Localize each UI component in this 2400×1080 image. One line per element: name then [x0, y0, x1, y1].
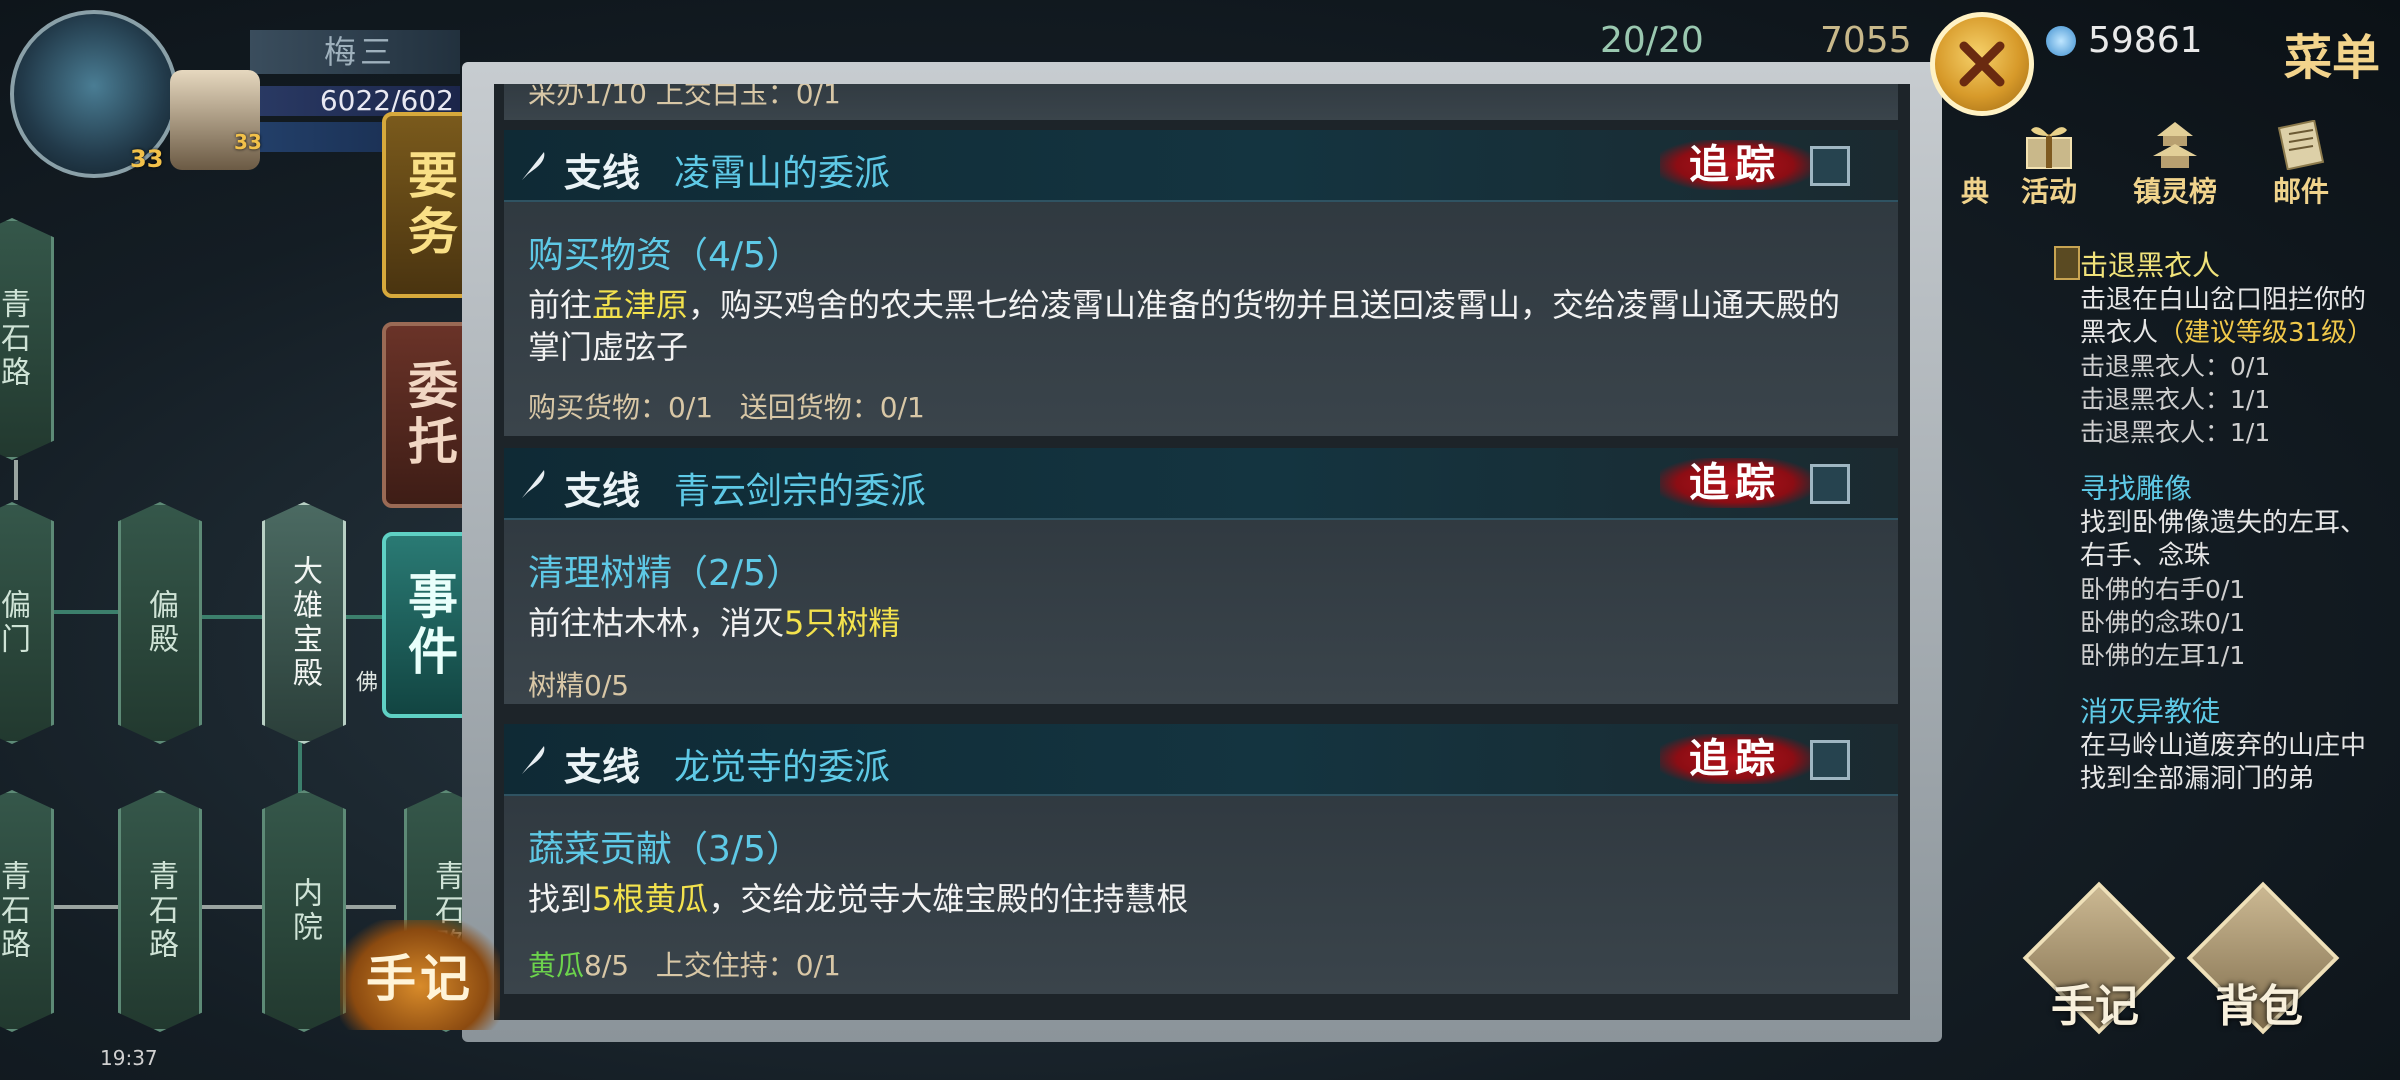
- track-checkbox[interactable]: [1810, 740, 1850, 780]
- tracker-collapse-button[interactable]: [2054, 246, 2080, 280]
- quest-header: 支线 龙觉寺的委派 追踪: [504, 724, 1898, 796]
- quest-step-name: 清理树精（2/5）: [528, 553, 802, 594]
- tracker-item-title: 击退黑衣人: [2080, 249, 2221, 282]
- scroll-icon: [2277, 120, 2325, 170]
- quest-title: 凌霄山的委派: [674, 153, 891, 194]
- quest-type: 支线: [564, 744, 641, 789]
- quest-header: 支线 青云剑宗的委派 追踪: [504, 448, 1898, 520]
- bag-button[interactable]: 背包: [2186, 881, 2340, 1035]
- quest-progress: 购买货物：0/1 送回货物：0/1: [528, 391, 925, 424]
- companion-level: 33: [234, 130, 262, 154]
- gem-icon: [2046, 26, 2076, 56]
- quill-icon: [522, 746, 545, 774]
- tracker-item[interactable]: 寻找雕像 找到卧佛像遗失的左耳、右手、念珠 卧佛的右手0/1 卧佛的念珠0/1 …: [2080, 467, 2380, 672]
- quest-progress: 树精0/5: [528, 669, 630, 702]
- quest-tracker[interactable]: 击退黑衣人 击退在白山岔口阻拦你的黑衣人（建议等级31级） 击退黑衣人：0/1 …: [2080, 238, 2380, 868]
- notes-button[interactable]: 手记: [340, 920, 500, 1030]
- player-name: 梅三: [324, 33, 397, 71]
- quest-card: 支线 青云剑宗的委派 追踪 清理树精（2/5） 前往枯木林，消灭5只树精 树精0…: [504, 448, 1898, 704]
- map-node-piandian[interactable]: 偏殿: [118, 502, 202, 744]
- tracker-item[interactable]: 击退黑衣人 击退在白山岔口阻拦你的黑衣人（建议等级31级） 击退黑衣人：0/1 …: [2080, 244, 2380, 449]
- gem-value: 59861: [2088, 20, 2203, 61]
- tracker-item-title: 寻找雕像: [2080, 472, 2193, 505]
- quest-step-name: 购买物资（4/5）: [528, 235, 802, 276]
- partial-progress: 采办1/10 上交白玉：0/1: [528, 84, 841, 110]
- journal-button[interactable]: 手记: [2022, 881, 2176, 1035]
- status-clock: 19:37: [100, 1046, 158, 1070]
- close-button[interactable]: [1930, 12, 2034, 116]
- quest-list[interactable]: 采办1/10 上交白玉：0/1 支线 凌霄山的委派 追踪 购买物资（4/5） 前…: [494, 84, 1910, 1020]
- stamina-value: 20/20: [1600, 20, 1704, 61]
- map-node-qingshilu-2[interactable]: 青石路: [0, 790, 54, 1032]
- quest-header: 支线 凌霄山的委派 追踪: [504, 130, 1898, 202]
- pagoda-icon: [2153, 122, 2197, 168]
- quest-description: 前往枯木林，消灭5只树精: [528, 604, 901, 642]
- quest-location: 孟津原: [592, 286, 689, 324]
- map-node-qingshilu-3[interactable]: 青石路: [118, 790, 202, 1032]
- track-button[interactable]: 追踪: [1660, 140, 1810, 190]
- quest-type: 支线: [564, 150, 641, 195]
- map-node-neiyuan[interactable]: 内院: [262, 790, 346, 1032]
- tracker-item[interactable]: 消灭异教徒 在马岭山道废弃的山庄中找到全部漏洞门的弟: [2080, 690, 2380, 796]
- quest-description: 前往孟津原，购买鸡舍的农夫黑七给凌霄山准备的货物并且送回凌霄山，交给凌霄山通天殿…: [528, 286, 1841, 366]
- quest-card-partial: 采办1/10 上交白玉：0/1: [504, 84, 1898, 120]
- tracker-item-title: 消灭异教徒: [2080, 695, 2221, 728]
- quest-type: 支线: [564, 468, 641, 513]
- quest-description: 找到5根黄瓜，交给龙觉寺大雄宝殿的住持慧根: [528, 880, 1189, 918]
- quest-target: 5根黄瓜: [592, 880, 709, 918]
- track-checkbox[interactable]: [1810, 464, 1850, 504]
- close-icon: [1959, 41, 2005, 87]
- track-button[interactable]: 追踪: [1660, 458, 1810, 508]
- map-node-daxiongbaodian[interactable]: 大雄宝殿: [262, 502, 346, 744]
- quest-card: 支线 龙觉寺的委派 追踪 蔬菜贡献（3/5） 找到5根黄瓜，交给龙觉寺大雄宝殿的…: [504, 724, 1898, 994]
- player-name-plate: 梅三: [250, 30, 460, 74]
- map-path: [14, 460, 18, 500]
- quest-title: 青云剑宗的委派: [674, 471, 927, 512]
- quill-icon: [522, 470, 545, 498]
- map-node-pianmen[interactable]: 偏门: [0, 502, 54, 744]
- quill-icon: [522, 152, 545, 180]
- recommended-level: （建议等级31级）: [2158, 318, 2374, 348]
- quest-progress: 黄瓜8/5 上交住持：0/1: [528, 949, 841, 982]
- mail-button[interactable]: 邮件: [2246, 120, 2356, 210]
- ranking-button[interactable]: 镇灵榜: [2120, 120, 2230, 210]
- quest-target: 5只树精: [784, 604, 901, 642]
- map-node-qingshilu-1[interactable]: 青石路: [0, 218, 54, 460]
- map-npc-marker: 佛: [352, 670, 377, 692]
- player-level: 33: [130, 145, 164, 173]
- companion-avatar[interactable]: [170, 70, 260, 170]
- activity-button[interactable]: 活动: [1994, 120, 2104, 210]
- quest-card: 支线 凌霄山的委派 追踪 购买物资（4/5） 前往孟津原，购买鸡舍的农夫黑七给凌…: [504, 130, 1898, 436]
- track-button[interactable]: 追踪: [1660, 734, 1810, 784]
- track-checkbox[interactable]: [1810, 146, 1850, 186]
- quest-title: 龙觉寺的委派: [674, 747, 891, 788]
- coin-value: 7055: [1820, 20, 1912, 61]
- gift-icon: [2026, 127, 2072, 169]
- menu-button[interactable]: 菜单: [2284, 18, 2380, 88]
- quest-step-name: 蔬菜贡献（3/5）: [528, 829, 802, 870]
